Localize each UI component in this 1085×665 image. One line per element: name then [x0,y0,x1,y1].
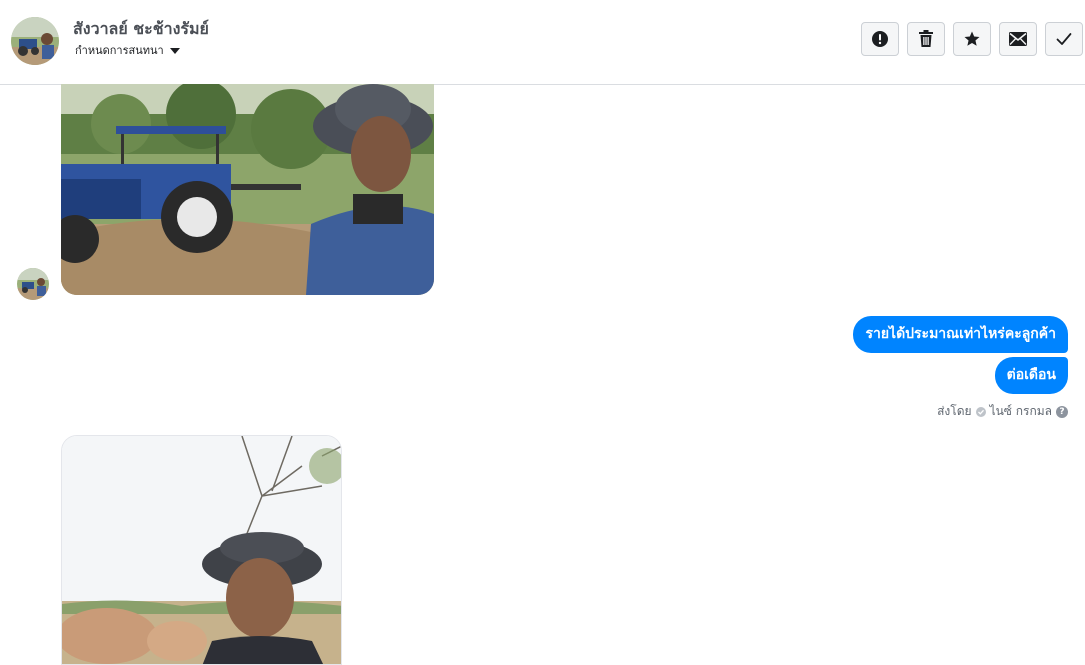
conversation-menu[interactable]: กำหนดการสนทนา [75,41,180,59]
star-button[interactable] [953,22,991,56]
exclamation-icon [872,31,888,47]
sender-name: ไนซ์ กรกมล [989,404,1052,418]
star-icon [964,31,980,46]
contact-small-avatar[interactable] [17,268,49,300]
outgoing-message-bubble[interactable]: ต่อเดือน [994,357,1068,394]
incoming-photo-tractor[interactable] [61,84,434,295]
conversation-header: สังวาลย์ ชะช้างรัมย์ กำหนดการสนทนา [0,0,1085,85]
sent-by-info: ส่งโดย ไนซ์ กรกมล ? [937,402,1068,421]
help-icon[interactable]: ? [1056,405,1068,418]
report-button[interactable] [861,22,899,56]
envelope-icon [1009,32,1027,46]
delete-button[interactable] [907,22,945,56]
checkmark-icon [1056,33,1072,45]
mark-unread-button[interactable] [999,22,1037,56]
contact-name: สังวาลย์ ชะช้างรัมย์ [73,19,209,38]
verified-check-icon [975,406,986,417]
outgoing-message-bubble[interactable]: รายได้ประมาณเท่าไหร่คะลูกค้า [853,316,1068,353]
caret-down-icon [169,47,180,54]
contact-avatar[interactable] [11,17,59,65]
incoming-photo-portrait[interactable] [61,435,342,665]
conversation-menu-label: กำหนดการสนทนา [75,44,164,57]
trash-icon [919,30,933,47]
mark-done-button[interactable] [1045,22,1083,56]
action-toolbar [861,22,1083,56]
sent-by-label: ส่งโดย [937,404,972,418]
